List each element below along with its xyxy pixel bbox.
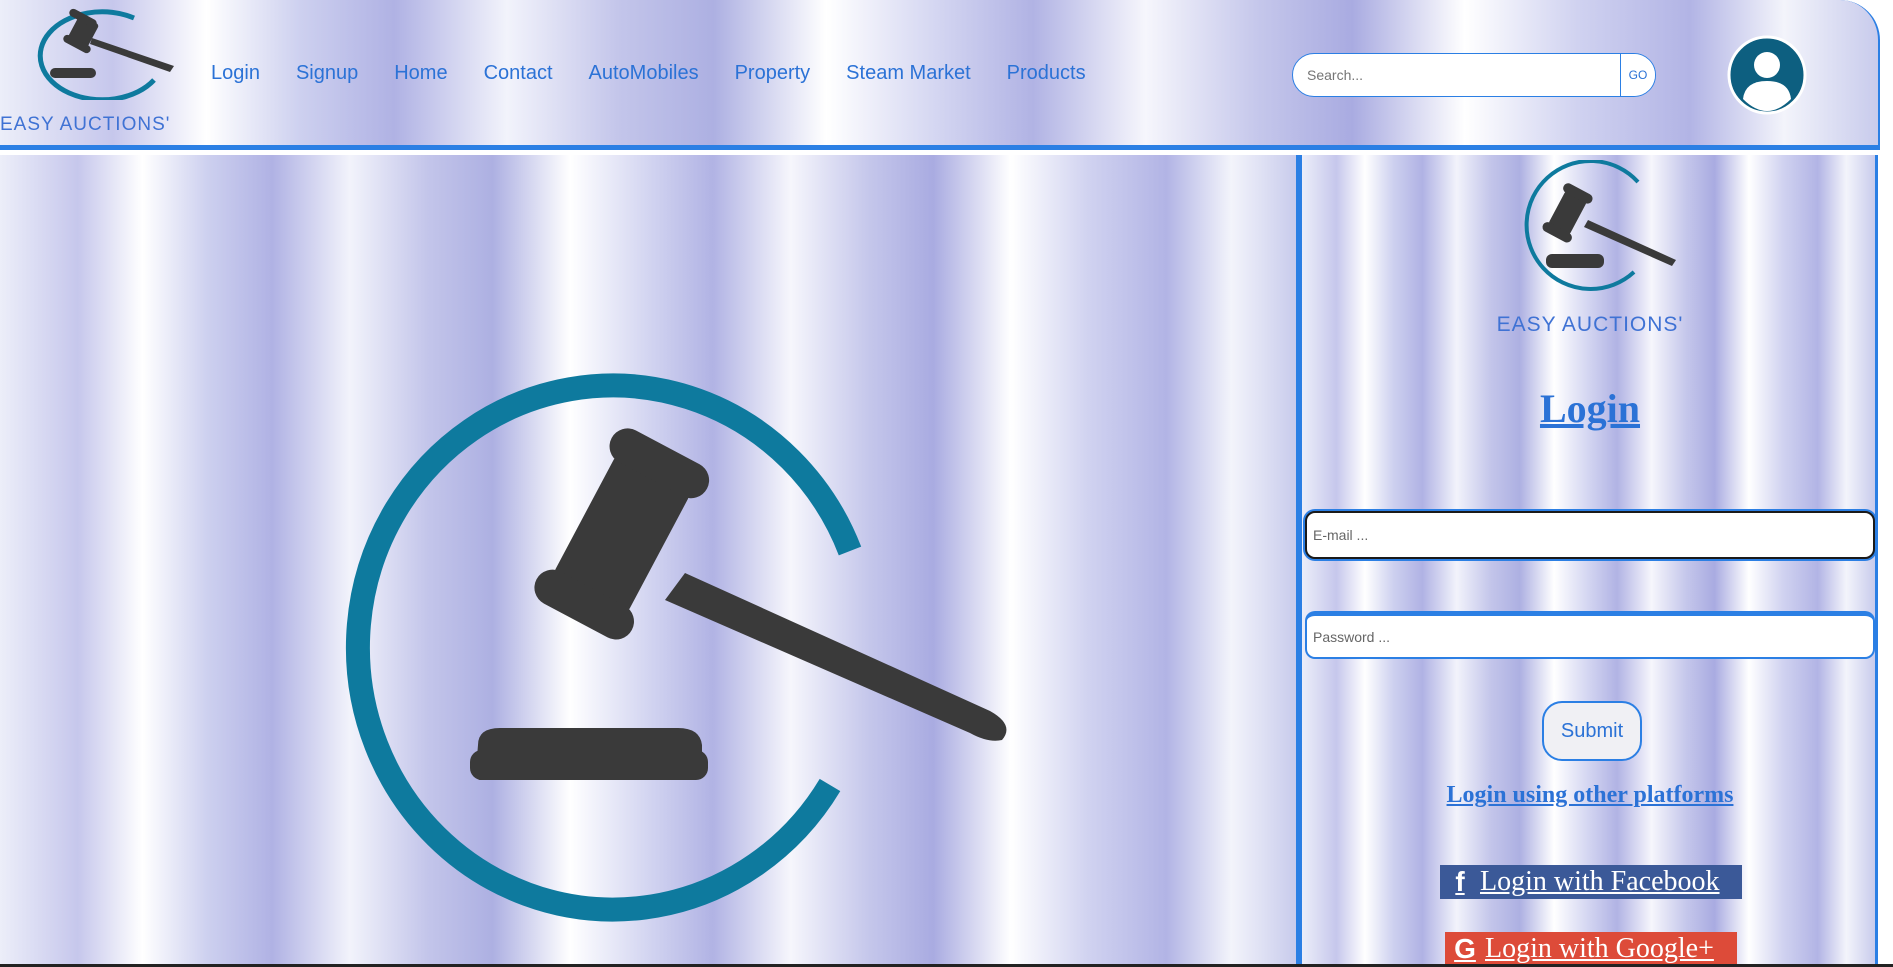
brand-logo[interactable]: EASY AUCTIONS' xyxy=(0,0,185,140)
nav-home[interactable]: Home xyxy=(394,62,447,85)
search-bar: GO xyxy=(1292,53,1656,97)
nav-login[interactable]: Login xyxy=(211,62,260,85)
facebook-login-label: Login with Facebook xyxy=(1480,866,1720,897)
search-input[interactable] xyxy=(1293,54,1623,96)
nav-contact[interactable]: Contact xyxy=(484,62,553,85)
panel-brand-name: EASY AUCTIONS' xyxy=(1496,313,1684,336)
nav-automobiles[interactable]: AutoMobiles xyxy=(589,62,699,85)
nav-property[interactable]: Property xyxy=(735,62,811,85)
submit-button[interactable]: Submit xyxy=(1542,701,1642,761)
hero-area xyxy=(0,155,1296,967)
google-login-button[interactable]: G Login with Google+ xyxy=(1445,932,1737,966)
gavel-hero-icon xyxy=(345,373,1007,922)
user-avatar-icon[interactable] xyxy=(1727,35,1807,115)
gavel-logo-icon xyxy=(37,8,174,100)
email-field[interactable] xyxy=(1305,511,1875,559)
facebook-login-button[interactable]: f Login with Facebook xyxy=(1440,865,1742,899)
gavel-logo-icon xyxy=(1524,160,1676,291)
other-platforms-link[interactable]: Login using other platforms xyxy=(1302,782,1878,809)
facebook-icon: f xyxy=(1455,866,1465,897)
password-field[interactable] xyxy=(1305,611,1875,659)
search-go-button[interactable]: GO xyxy=(1620,54,1655,96)
brand-name: EASY AUCTIONS' xyxy=(0,114,171,135)
google-icon: G xyxy=(1454,933,1476,964)
main-nav: Login Signup Home Contact AutoMobiles Pr… xyxy=(211,62,1122,85)
site-header: EASY AUCTIONS' Login Signup Home Contact… xyxy=(0,0,1880,150)
nav-products[interactable]: Products xyxy=(1007,62,1086,85)
google-login-label: Login with Google+ xyxy=(1485,933,1714,964)
nav-signup[interactable]: Signup xyxy=(296,62,358,85)
nav-steam-market[interactable]: Steam Market xyxy=(846,62,970,85)
login-title[interactable]: Login xyxy=(1302,385,1878,432)
login-panel: EASY AUCTIONS' Login Submit Login using … xyxy=(1302,155,1878,967)
